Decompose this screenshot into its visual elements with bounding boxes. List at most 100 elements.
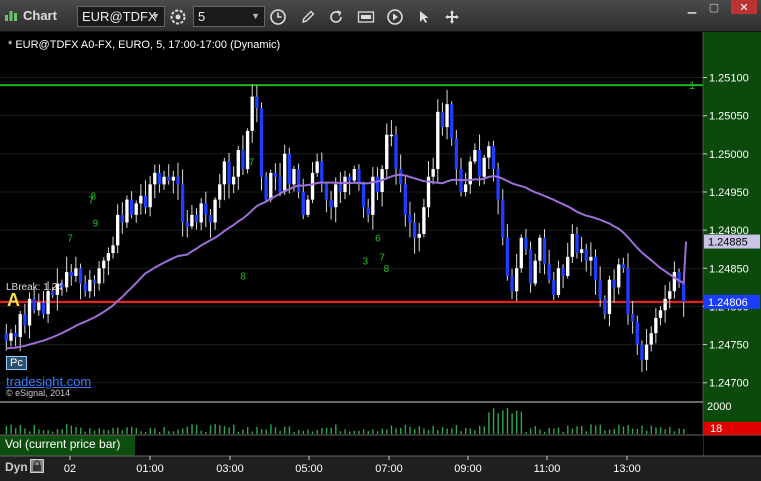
candle-body	[626, 268, 630, 315]
volume-bar	[154, 428, 156, 434]
price-tick-label: 1.24750	[709, 340, 749, 352]
volume-bar	[567, 425, 569, 434]
volume-bar	[144, 431, 147, 434]
volume-bar	[84, 431, 86, 434]
volume-bar	[200, 430, 202, 434]
candle-body	[672, 272, 677, 292]
candle-body	[663, 298, 667, 311]
volume-bar	[121, 430, 124, 434]
maximize-button[interactable]: ▢	[705, 0, 723, 14]
candle-body	[264, 176, 268, 200]
play-icon[interactable]	[384, 6, 406, 27]
symbol-input[interactable]: EUR@TDFX ▼	[77, 6, 165, 27]
cot-icon[interactable]	[355, 6, 377, 27]
candle-body	[440, 111, 445, 128]
candle-body	[389, 134, 394, 137]
period-input[interactable]: 5 ▼	[193, 6, 265, 27]
candle-body	[538, 237, 542, 261]
volume-bar	[284, 426, 286, 434]
volume-bar	[502, 410, 504, 434]
volume-bar	[506, 407, 509, 434]
dynamic-label[interactable]: Dyn	[5, 460, 28, 474]
volume-bar	[251, 431, 254, 434]
volume-bar	[242, 429, 244, 434]
volume-bar	[465, 428, 467, 434]
lock-icon[interactable]	[30, 459, 44, 473]
candle-body	[255, 96, 259, 109]
candle-body	[403, 184, 407, 215]
window-title: Chart	[23, 8, 57, 23]
move-icon[interactable]	[441, 6, 463, 27]
candle-body	[106, 253, 111, 261]
volume-bar	[409, 426, 411, 434]
price-chart[interactable]: 1 8797786738 200018 1.251001.250501.2500…	[0, 32, 761, 481]
time-tick-label: 07:00	[375, 463, 403, 475]
brand-link[interactable]: tradesight.com	[6, 374, 91, 389]
candle-body	[102, 260, 106, 269]
chart-app-icon	[5, 11, 17, 21]
candle-body	[454, 138, 459, 170]
minimize-button[interactable]: ▁	[683, 0, 701, 14]
current-volume-label: 18	[710, 423, 722, 435]
settings-icon[interactable]	[167, 6, 189, 27]
cursor-icon[interactable]	[413, 6, 435, 27]
volume-bar	[168, 431, 170, 434]
chevron-down-icon[interactable]: ▼	[151, 11, 160, 21]
candle-body	[259, 108, 264, 177]
volume-bar	[590, 424, 592, 434]
volume-tick-label: 2000	[707, 401, 731, 413]
close-button[interactable]: ✕	[731, 0, 757, 14]
volume-bar	[79, 427, 82, 434]
candle-body	[668, 291, 672, 299]
candle-body	[190, 214, 194, 227]
candle-body	[167, 176, 171, 181]
volume-bar	[177, 429, 179, 434]
volume-indicator-label[interactable]: Vol (current price bar)	[5, 437, 120, 451]
volume-bar	[469, 428, 472, 434]
clock-icon[interactable]	[267, 6, 289, 27]
time-tick-label: 11:00	[534, 463, 561, 475]
volume-bar	[618, 424, 620, 434]
volume-bar	[260, 429, 263, 434]
candle-body	[83, 283, 87, 292]
volume-bar	[182, 428, 184, 434]
candle-body	[74, 268, 78, 276]
volume-bar	[683, 428, 685, 434]
time-tick-label: 02	[64, 463, 76, 475]
volume-bar	[613, 428, 615, 434]
volume-bar	[483, 426, 485, 434]
volume-bar	[529, 428, 532, 434]
volume-bar	[673, 431, 676, 434]
copyright-text: © eSignal, 2014	[6, 388, 71, 398]
volume-bar	[316, 429, 318, 434]
candle-body	[654, 317, 658, 334]
volume-bar	[437, 429, 439, 434]
candle-body	[111, 245, 115, 254]
candle-body	[607, 279, 612, 315]
volume-bar	[460, 431, 462, 434]
candle-body	[134, 203, 138, 215]
chart-panel[interactable]: 1 8797786738 2000 18 1.25100 1.25050 1.2500…	[0, 32, 761, 481]
volume-bar	[75, 427, 77, 434]
volume-bar	[214, 424, 216, 434]
volume-bar	[274, 427, 277, 434]
candle-body	[41, 302, 46, 315]
candle-body	[417, 233, 421, 238]
volume-bar	[52, 431, 54, 434]
candle-body	[640, 344, 644, 360]
candle-body	[88, 279, 92, 292]
volume-bar	[10, 424, 12, 434]
refresh-icon[interactable]	[325, 6, 347, 27]
chevron-down-icon[interactable]: ▼	[251, 11, 260, 21]
pencil-icon[interactable]	[297, 6, 319, 27]
volume-bar	[93, 430, 96, 434]
candle-body	[208, 214, 213, 223]
price-tick-label: 1.25000	[709, 149, 749, 161]
candle-body	[598, 279, 602, 299]
study-annotation: 8	[384, 264, 390, 275]
volume-bar	[5, 425, 8, 434]
candle-body	[283, 153, 287, 192]
candle-body	[450, 104, 454, 139]
volume-bar	[103, 429, 105, 434]
volume-bar	[608, 429, 611, 434]
